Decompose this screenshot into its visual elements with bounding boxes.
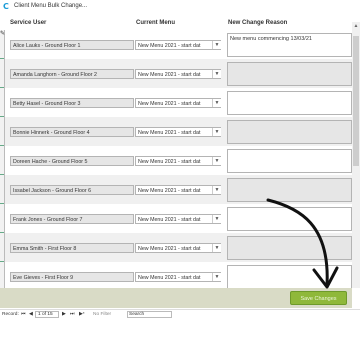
last-record-icon[interactable]: ⏭ bbox=[70, 310, 74, 319]
filter-indicator[interactable]: No Filter bbox=[93, 310, 111, 319]
record-position: 1 of 15 bbox=[38, 312, 53, 317]
new-record-icon[interactable]: ▶* bbox=[79, 310, 85, 319]
record-navigation-bar: Record: ⏮ ◀ 1 of 15 ▶ ⏭ ▶* No Filter Sea… bbox=[0, 309, 360, 319]
search-label: Search bbox=[129, 312, 145, 317]
first-record-icon[interactable]: ⏮ bbox=[21, 310, 25, 319]
annotation-arrow bbox=[266, 198, 339, 289]
next-record-icon[interactable]: ▶ bbox=[62, 310, 66, 319]
previous-record-icon[interactable]: ◀ bbox=[29, 310, 33, 319]
record-label: Record: bbox=[2, 312, 19, 317]
